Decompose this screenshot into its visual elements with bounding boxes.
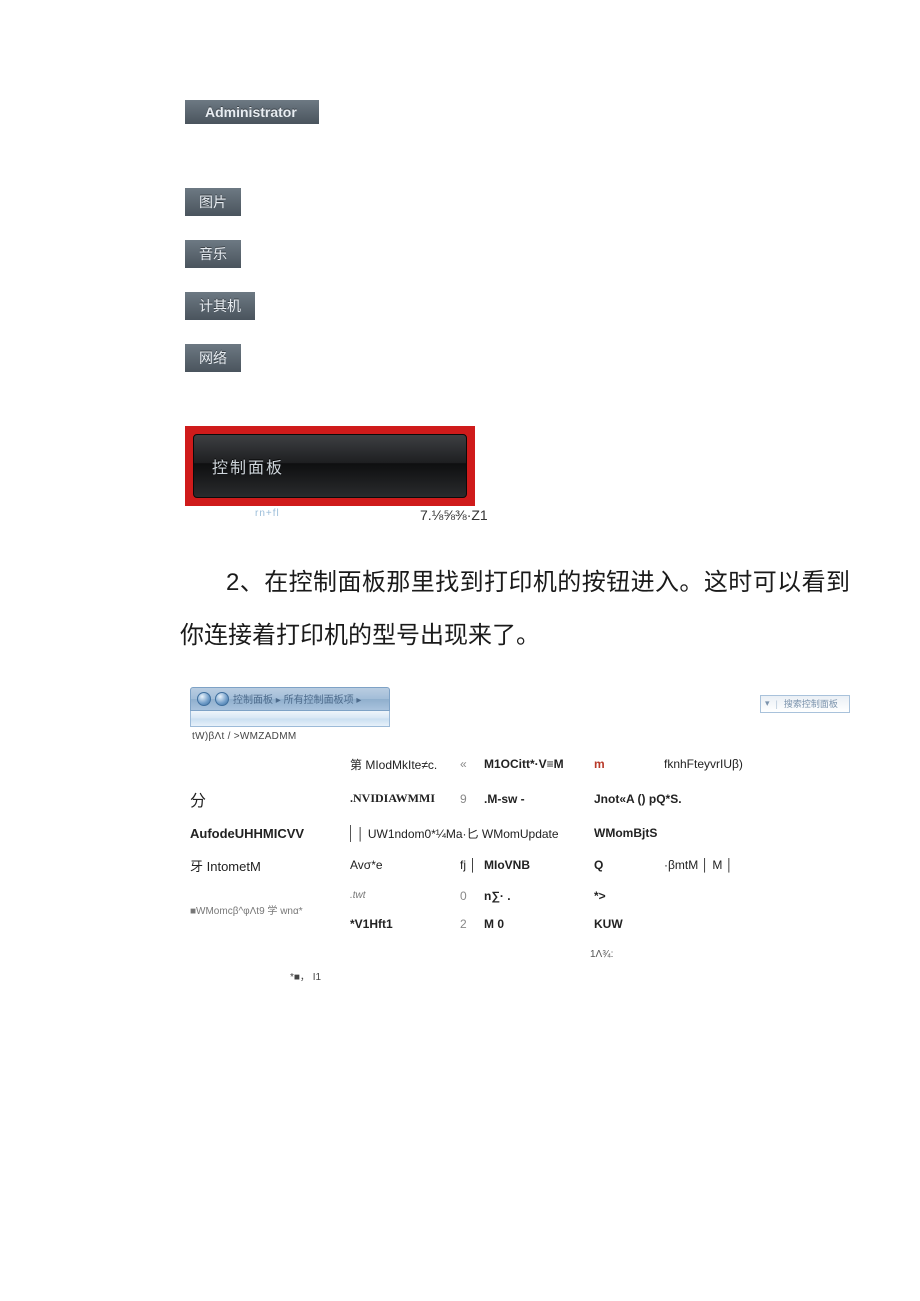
cell[interactable]: Avσ*e: [350, 858, 460, 872]
cell: fj │: [460, 858, 484, 872]
cell[interactable]: M 0: [484, 917, 594, 931]
cell[interactable]: .M-sw -: [484, 792, 594, 806]
side-heading-fen[interactable]: 分: [190, 787, 350, 811]
cell[interactable]: KUW: [594, 917, 784, 931]
side-heading-internet[interactable]: 牙 IntometM: [190, 856, 350, 875]
search-input[interactable]: ▾ | 搜索控制面板: [760, 695, 850, 713]
control-panel-window-figure: 控制面板 ▸ 所有控制面板项 ▸ ▾ | 搜索控制面板 tW)βΛt / >WM…: [190, 687, 850, 983]
cell[interactable]: Q: [594, 858, 664, 872]
toolbar-caption: tW)βΛt / >WMZADMM: [192, 731, 850, 742]
cell[interactable]: n∑· .: [484, 889, 594, 903]
control-panel-subcaption: rn+fl: [255, 508, 485, 519]
search-split-icon: ▾: [765, 698, 770, 709]
menu-item-pictures[interactable]: 图片: [185, 188, 241, 216]
search-placeholder: 搜索控制面板: [784, 697, 838, 710]
breadcrumb-bar: [190, 711, 390, 727]
breadcrumb[interactable]: 控制面板 ▸ 所有控制面板项 ▸: [233, 691, 361, 706]
figure-caption-1: 7.⅛⅝⅜·Z1: [420, 507, 860, 523]
nav-back-icon[interactable]: [197, 692, 211, 706]
menu-item-music[interactable]: 音乐: [185, 240, 241, 268]
step-text: 在控制面板那里找到打印机的按钮进入。这时可以看到你连接着打印机的型号出现来了。: [180, 569, 850, 649]
cell: 2: [460, 917, 484, 931]
cell[interactable]: WMomBjtS: [594, 826, 784, 840]
cell[interactable]: fknhFteyvrIUβ): [664, 757, 784, 771]
cell[interactable]: M1OCitt*·V≡M: [484, 757, 594, 771]
cell: «: [460, 757, 484, 771]
cell[interactable]: Jnot«A () pQ*S.: [594, 792, 784, 806]
cell[interactable]: MIoVNB: [484, 858, 594, 872]
cell: 9: [460, 792, 484, 806]
control-panel-highlight: 控制面板: [185, 426, 475, 506]
admin-label: Administrator: [185, 100, 319, 124]
control-panel-button[interactable]: 控制面板: [193, 434, 467, 498]
window-titlebar-area: 控制面板 ▸ 所有控制面板项 ▸ ▾ | 搜索控制面板: [190, 687, 850, 727]
cell[interactable]: *V1Hft1: [350, 917, 460, 931]
cell[interactable]: │ UW1ndom0*¼Ma·匕 WMomUpdate: [350, 825, 594, 842]
instruction-paragraph: 2、在控制面板那里找到打印机的按钮进入。这时可以看到你连接着打印机的型号出现来了…: [180, 557, 850, 663]
cell[interactable]: 第 MIodMkIte≠c.: [350, 756, 460, 773]
start-menu-figure: Administrator 图片 音乐 计其机 网络 控制面板 rn+fl: [185, 100, 485, 519]
control-panel-label: 控制面板: [212, 454, 284, 478]
side-heading-wmom[interactable]: ■WMomcβ^φΛt9 学 wnα*: [190, 902, 350, 917]
control-panel-grid: 第 MIodMkIte≠c. « M1OCitt*·V≡M m fknhFtey…: [190, 756, 850, 931]
cell: 0: [460, 889, 484, 903]
cell[interactable]: m: [594, 757, 664, 771]
cell[interactable]: ·βmtM │ M │: [664, 858, 784, 872]
grid-footer-1: 1Λ¾:: [590, 949, 850, 960]
menu-item-computer[interactable]: 计其机: [185, 292, 255, 320]
nav-forward-icon[interactable]: [215, 692, 229, 706]
cell[interactable]: .twt: [350, 890, 460, 901]
cell[interactable]: .NVIDIAWMMI: [350, 791, 460, 806]
menu-item-network[interactable]: 网络: [185, 344, 241, 372]
cell[interactable]: *>: [594, 889, 784, 903]
step-number: 2、: [226, 569, 264, 596]
grid-footer-2: *■， I1: [290, 968, 850, 983]
window-titlebar: 控制面板 ▸ 所有控制面板项 ▸: [190, 687, 390, 711]
side-heading-autodesk[interactable]: AufodeUHHMICVV: [190, 826, 350, 841]
